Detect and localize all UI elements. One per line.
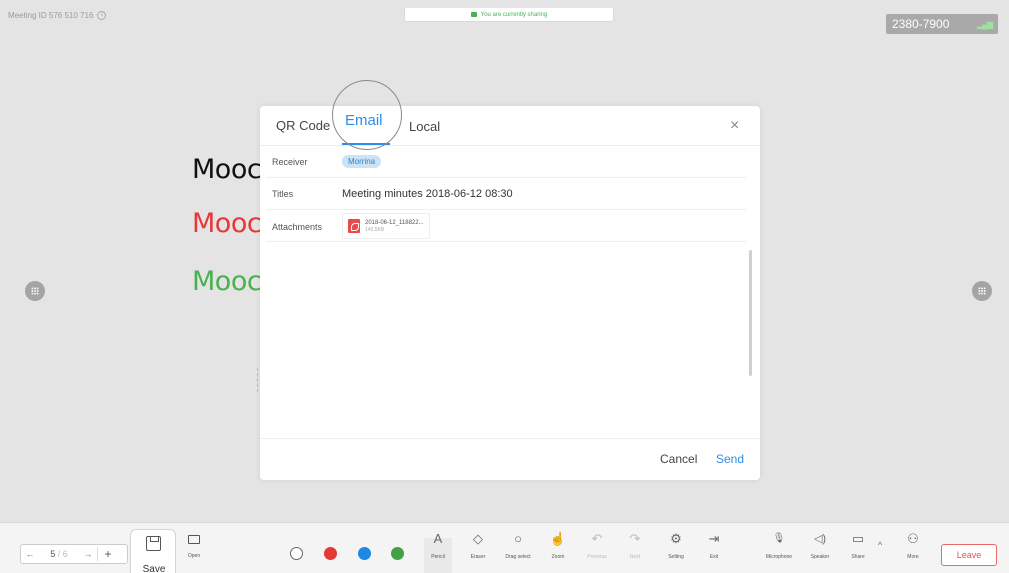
pdf-icon — [348, 219, 360, 233]
color-blue-swatch[interactable] — [358, 547, 371, 560]
current-page: 5 — [50, 549, 56, 559]
previous-button[interactable]: ↶ Previous — [577, 530, 617, 560]
open-button[interactable]: Open — [174, 531, 214, 559]
attachments-label: Attachments — [272, 222, 323, 232]
total-pages: / 6 — [57, 549, 68, 559]
grid-icon — [31, 287, 39, 295]
close-icon[interactable]: × — [730, 118, 739, 134]
color-white-swatch[interactable] — [290, 547, 303, 560]
tab-local[interactable]: Local — [409, 119, 440, 134]
lasso-icon: ○ — [514, 531, 522, 546]
grid-icon — [978, 287, 986, 295]
receiver-row: Receiver Morrina — [266, 148, 746, 178]
room-code-badge: 2380-7900 ▂▄▆ — [886, 14, 998, 34]
pencil-icon: A — [433, 531, 443, 546]
participants-icon: ⚇ — [907, 531, 919, 546]
speaker-label: Speaker — [810, 554, 830, 560]
hand-icon: ☝ — [549, 531, 567, 546]
signal-icon: ▂▄▆ — [977, 19, 993, 29]
footer-divider — [260, 438, 760, 439]
attachments-row: Attachments 2018-06-12_118822... 145.5KB — [266, 210, 746, 242]
body-scrollbar[interactable] — [749, 250, 752, 376]
info-icon[interactable]: i — [97, 11, 107, 20]
share-banner-text: You are currently sharing — [480, 11, 548, 18]
save-button[interactable]: Save — [130, 529, 176, 573]
redo-icon: ↷ — [629, 531, 641, 546]
microphone-button[interactable]: 🎙 Microphone — [759, 530, 799, 560]
screen-share-icon: ▭ — [851, 531, 865, 546]
attachment-file[interactable]: 2018-06-12_118822... 145.5KB — [342, 213, 430, 239]
exit-icon: ⇥ — [708, 531, 720, 546]
titles-label: Titles — [272, 189, 294, 199]
titles-row: Titles Meeting minutes 2018-06-12 08:30 — [266, 178, 746, 210]
receiver-chip[interactable]: Morrina — [342, 155, 382, 168]
eraser-tool[interactable]: ◇ Eraser — [458, 530, 498, 560]
left-menu-button[interactable] — [25, 281, 45, 301]
leave-button[interactable]: Leave — [941, 544, 997, 566]
chevron-up-icon[interactable]: ^ — [878, 540, 882, 550]
more-label: More — [907, 554, 919, 560]
page-indicator: 5 / 6 — [39, 549, 79, 559]
microphone-icon: 🎙 — [772, 533, 786, 544]
speaker-icon: ◁) — [813, 533, 827, 545]
color-green-swatch[interactable] — [391, 547, 404, 560]
drag-select-label: Drag select — [505, 554, 531, 560]
zoom-label: Zoom — [551, 554, 565, 560]
dialog-tabs: QR Code Email Local × — [260, 80, 760, 150]
tab-qr-code[interactable]: QR Code — [276, 118, 330, 133]
next-page-button[interactable]: → — [79, 549, 97, 559]
microphone-label: Microphone — [765, 554, 793, 560]
share-dialog: QR Code Email Local × Receiver Morrina T… — [260, 80, 760, 480]
whiteboard-text-green[interactable]: Mooc — [192, 266, 262, 297]
meeting-id-text: Meeting ID 576 510 716 — [8, 11, 94, 20]
screen-share-icon — [470, 12, 477, 17]
zoom-tool[interactable]: ☝ Zoom — [538, 530, 578, 560]
share-button[interactable]: ▭ Share — [838, 530, 878, 560]
color-red-swatch[interactable] — [324, 547, 337, 560]
meeting-id: Meeting ID 576 510 716 i — [8, 11, 107, 20]
exit-button[interactable]: ⇥ Exit — [694, 530, 734, 560]
folder-icon — [188, 535, 200, 544]
whiteboard-text-red[interactable]: Mooc — [192, 208, 262, 239]
previous-page-button[interactable]: ← — [21, 549, 39, 559]
save-label: Save — [142, 564, 166, 573]
receiver-label: Receiver — [272, 157, 308, 167]
touch-focus-ring — [332, 80, 402, 150]
pencil-tool[interactable]: A Pencil — [418, 530, 458, 560]
gear-icon: ⚙ — [670, 531, 682, 546]
setting-button[interactable]: ⚙ Setting — [656, 530, 696, 560]
setting-label: Setting — [668, 554, 684, 560]
cancel-button[interactable]: Cancel — [660, 452, 697, 466]
right-menu-button[interactable] — [972, 281, 992, 301]
attachment-name: 2018-06-12_118822... — [365, 219, 424, 226]
titles-field[interactable]: Meeting minutes 2018-06-12 08:30 — [342, 188, 513, 200]
eraser-icon: ◇ — [473, 531, 483, 546]
open-label: Open — [187, 553, 201, 559]
previous-label: Previous — [587, 554, 607, 560]
next-label: Next — [629, 554, 641, 560]
share-banner: You are currently sharing — [404, 8, 614, 22]
pencil-label: Pencil — [431, 554, 445, 560]
undo-icon: ↶ — [591, 531, 603, 546]
send-button[interactable]: Send — [716, 452, 744, 466]
room-code-text: 2380-7900 — [892, 17, 950, 31]
page-navigator: ← 5 / 6 → + — [20, 544, 128, 564]
eraser-label: Eraser — [470, 554, 486, 560]
share-label: Share — [851, 554, 865, 560]
add-page-button[interactable]: + — [98, 547, 118, 561]
next-button[interactable]: ↷ Next — [615, 530, 655, 560]
floppy-disk-icon — [146, 536, 161, 551]
exit-label: Exit — [709, 554, 719, 560]
more-button[interactable]: ⚇ More — [893, 530, 933, 560]
speaker-button[interactable]: ◁) Speaker — [800, 530, 840, 560]
drag-select-tool[interactable]: ○ Drag select — [498, 530, 538, 560]
whiteboard-text-black[interactable]: Mooc — [192, 154, 262, 185]
attachment-size: 145.5KB — [365, 226, 385, 233]
